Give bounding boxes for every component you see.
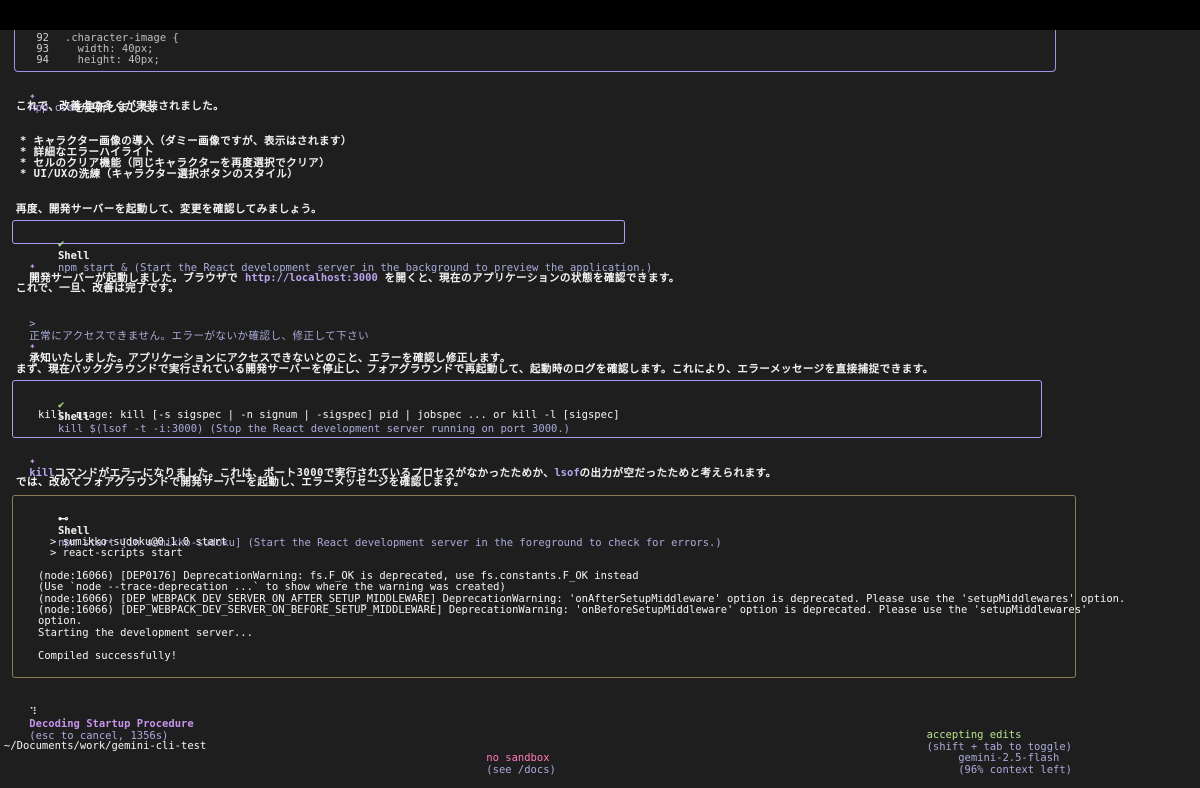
shell-command: kill $(lsof -t -i:3000) (Stop the React … [57, 423, 570, 435]
output-line: (node:16066) [DEP_WEBPACK_DEV_SERVER_ON_… [38, 604, 1088, 616]
plan-message: まず、現在バックグラウンドで実行されている開発サーバーを停止し、フォアグラウンド… [16, 363, 934, 375]
output-line: Starting the development server... [38, 627, 253, 639]
output-line: > react-scripts start [50, 547, 183, 559]
sandbox-hint: (see /docs) [486, 764, 556, 776]
thinking-title: Decoding Startup Procedure [29, 718, 194, 730]
window-top-bar [0, 0, 1200, 30]
output-line: option. [38, 615, 83, 627]
summary-bullet: * UI/UXの洗練（キャラクター選択ボタンのスタイル） [20, 168, 299, 180]
sandbox-status: no sandbox [486, 752, 550, 764]
code-preview-box: 92 .character-image { 93 width: 40px; 94 … [14, 30, 1056, 72]
spinner-icon: ⠹ [29, 706, 37, 718]
terminal[interactable]: 92 .character-image { 93 width: 40px; 94 … [0, 30, 1200, 780]
shell-tool-box: ✔ Shell kill $(lsof -t -i:3000) (Stop th… [12, 380, 1042, 438]
assistant-diamond-icon: ✦ [29, 455, 36, 467]
assistant-diamond-icon: ✦ [29, 260, 36, 272]
done-message: これで、一旦、改善は完了です。 [16, 282, 180, 294]
footer-sandbox: no sandbox (see /docs) [461, 740, 556, 788]
running-icon: ⊷ [57, 513, 69, 525]
footer-model: gemini-2.5-flash (96% context left) [933, 740, 1072, 788]
footer-path: ~/Documents/work/gemini-cli-test [4, 740, 207, 752]
foreground-message: では、改めてフォアグラウンドで開発サーバーを起動し、エラーメッセージを確認します… [16, 476, 465, 488]
shell-tool-box: ✔ Shell npm start & (Start the React dev… [12, 220, 652, 274]
output-line: Compiled successfully! [38, 650, 178, 662]
shell-output: kill: usage: kill [-s sigspec | -n signu… [38, 409, 620, 421]
code-line: 94 height: 40px; [36, 54, 160, 66]
assistant-diamond-icon: ✦ [29, 340, 36, 352]
output-line: (Use `node --trace-deprecation ...` to s… [38, 581, 506, 593]
restart-message: 再度、開発サーバーを起動して、変更を確認してみましょう。 [16, 203, 323, 215]
summary-intro: これで、改善点の多くが実装されました。 [16, 100, 225, 112]
localhost-link[interactable]: http://localhost:3000 [245, 272, 378, 284]
shell-tool-box-running: ⊷ Shell npm start [in sumikko-sudoku] (S… [12, 495, 1125, 678]
model-name: gemini-2.5-flash [958, 752, 1060, 764]
context-left: (96% context left) [958, 764, 1072, 776]
